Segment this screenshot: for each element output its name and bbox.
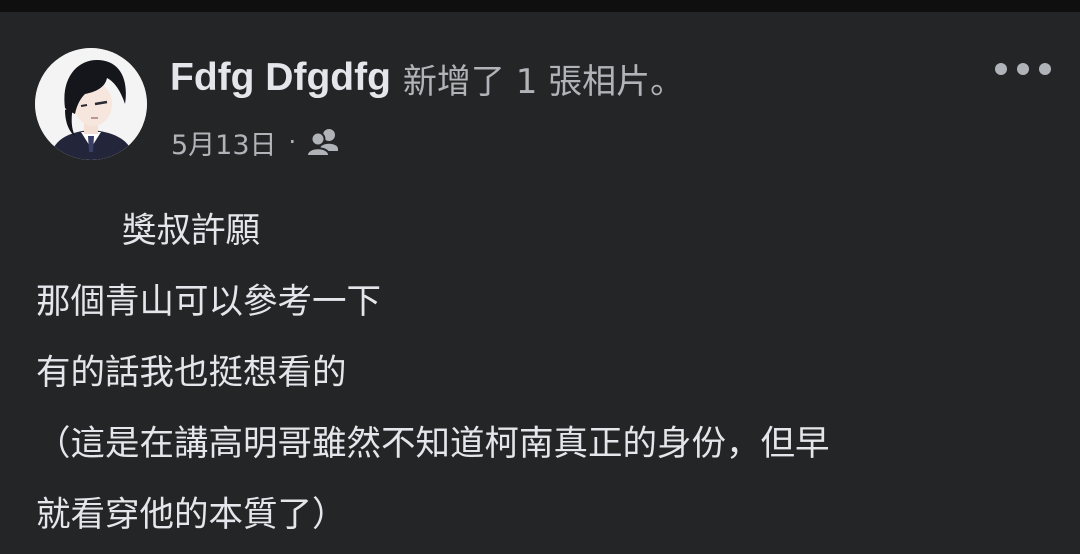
post-text-line: 那個青山可以參考一下	[36, 282, 381, 322]
post-header: Fdfg Dfgdfg 新增了 1 張相片。	[170, 50, 684, 106]
avatar[interactable]	[35, 48, 147, 160]
post-meta: 5月13日 ·	[171, 120, 340, 164]
post-text-line: （這是在講高明哥雖然不知道柯南真正的身份，但早	[36, 424, 830, 464]
more-options-button[interactable]	[990, 52, 1056, 86]
top-strip	[0, 0, 1080, 12]
avatar-image	[35, 48, 147, 160]
author-name[interactable]: Fdfg Dfgdfg	[170, 56, 391, 100]
meta-separator: ·	[288, 128, 297, 156]
more-horizontal-icon	[995, 63, 1051, 75]
post-text: 獎叔許願 那個青山可以參考一下 有的話我也挺想看的 （這是在講高明哥雖然不知道柯…	[36, 196, 1046, 551]
post-date[interactable]: 5月13日	[171, 123, 277, 162]
post-text-line: 獎叔許願	[122, 211, 260, 251]
post-card: Fdfg Dfgdfg 新增了 1 張相片。 5月13日 · 獎叔許願 那個青山…	[0, 12, 1080, 554]
post-text-line: 有的話我也挺想看的	[36, 353, 347, 393]
post-action-text: 新增了 1 張相片。	[402, 61, 685, 102]
friends-icon[interactable]	[306, 127, 340, 157]
post-text-line: 就看穿他的本質了）	[36, 495, 347, 535]
